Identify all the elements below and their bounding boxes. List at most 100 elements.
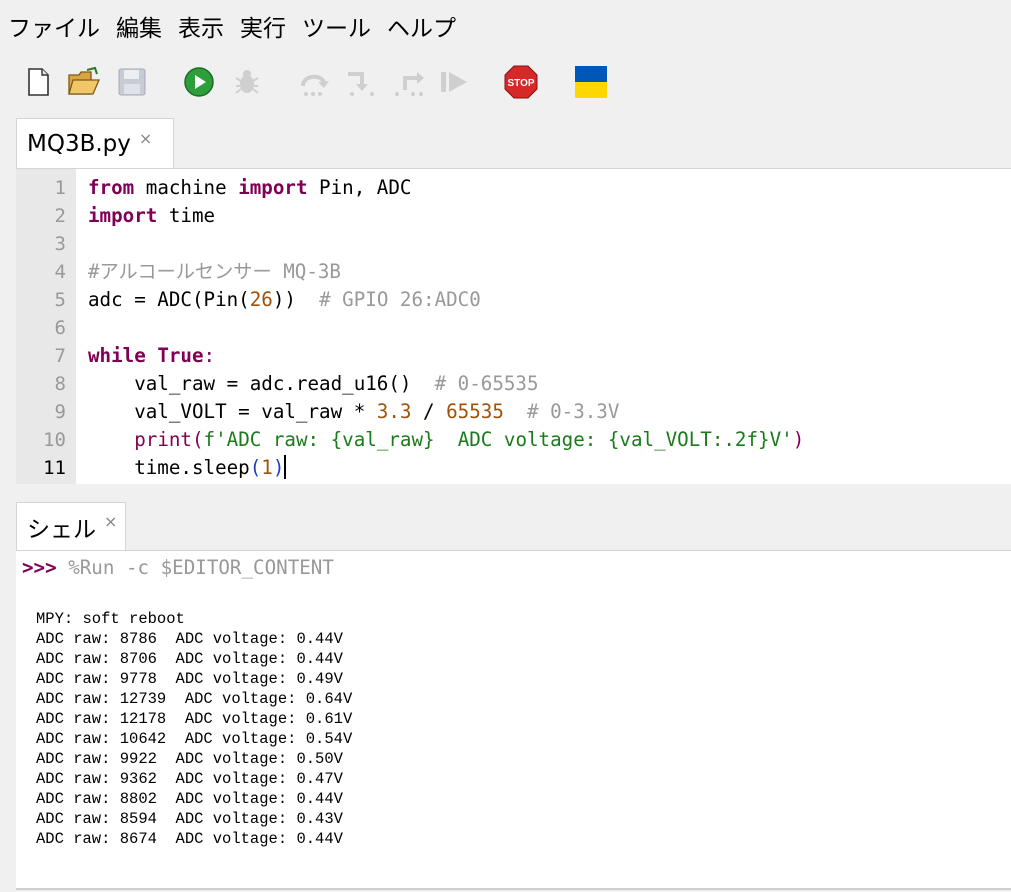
code-line-7: while True:	[88, 342, 215, 370]
number-literal: 65535	[446, 400, 504, 423]
shell-output-line: ADC raw: 8706 ADC voltage: 0.44V	[36, 650, 343, 668]
stop-icon[interactable]: STOP	[504, 65, 538, 99]
debug-icon[interactable]	[231, 66, 263, 98]
code-editor[interactable]: 1 2 3 4 5 6 7 8 9 10 11 from machine imp…	[16, 168, 1011, 484]
keyword: True	[157, 344, 204, 367]
code-line-2: import time	[88, 202, 215, 230]
code-line-4: #アルコールセンサー MQ-3B	[88, 258, 341, 286]
menu-edit[interactable]: 編集	[116, 9, 162, 43]
code-line-9: val_VOLT = val_raw * 3.3 / 65535 # 0-3.3…	[88, 398, 619, 426]
shell-command-line: >>> %Run -c $EDITOR_CONTENT	[22, 555, 334, 581]
code-text: ))	[272, 288, 320, 311]
line-number-active: 11	[43, 457, 66, 479]
tab-shell[interactable]: シェル ×	[16, 502, 126, 550]
code-text: machine	[134, 176, 239, 199]
keyword: while	[88, 344, 146, 367]
string-literal: f'ADC raw: {val_raw} ADC voltage: {val_V…	[203, 428, 793, 451]
shell-command: %Run -c $EDITOR_CONTENT	[56, 556, 334, 579]
punctuation: :	[203, 344, 216, 367]
number-literal: 1	[261, 456, 273, 479]
comment: # 0-3.3V	[526, 400, 620, 423]
tab-mq3b[interactable]: MQ3B.py ×	[16, 118, 174, 168]
shell-output-line: ADC raw: 9922 ADC voltage: 0.50V	[36, 750, 343, 768]
tab-label: MQ3B.py	[27, 130, 131, 157]
code-text: Pin, ADC	[307, 176, 412, 199]
step-into-icon[interactable]	[344, 66, 376, 98]
shell-output-line: ADC raw: 8786 ADC voltage: 0.44V	[36, 630, 343, 648]
shell-output-line: ADC raw: 8674 ADC voltage: 0.44V	[36, 830, 343, 848]
tab-label: シェル	[27, 516, 96, 543]
shell-output-line: MPY: soft reboot	[36, 610, 185, 628]
code-line-8: val_raw = adc.read_u16() # 0-65535	[88, 370, 539, 398]
shell-output-line: ADC raw: 8802 ADC voltage: 0.44V	[36, 790, 343, 808]
comment: #アルコールセンサー MQ-3B	[88, 260, 341, 283]
line-number: 1	[54, 177, 66, 199]
number-literal: 26	[249, 288, 273, 311]
open-folder-icon[interactable]	[67, 66, 100, 98]
menu-file[interactable]: ファイル	[8, 9, 100, 43]
code-text: adc = ADC(Pin(	[88, 288, 250, 311]
shell-console[interactable]: >>> %Run -c $EDITOR_CONTENT MPY: soft re…	[16, 550, 1011, 892]
close-icon[interactable]: ×	[139, 129, 152, 148]
run-icon[interactable]	[183, 66, 215, 98]
comment: # GPIO 26:ADC0	[319, 288, 481, 311]
punctuation: )	[792, 428, 805, 451]
line-number: 8	[54, 373, 66, 395]
close-icon[interactable]: ×	[104, 512, 117, 531]
line-number: 6	[54, 317, 66, 339]
step-out-icon[interactable]	[393, 66, 425, 98]
line-number: 2	[54, 205, 66, 227]
menu-bar: ファイル 編集 表示 実行 ツール ヘルプ	[0, 0, 1011, 52]
code-text: time	[157, 204, 216, 227]
new-file-icon[interactable]	[22, 66, 54, 98]
code-text: time.sleep	[88, 456, 250, 479]
code-line-11: time.sleep(1)	[88, 454, 287, 482]
code-line-10: print(f'ADC raw: {val_raw} ADC voltage: …	[88, 426, 804, 454]
code-text: val_raw = adc.read_u16()	[88, 372, 435, 395]
code-text: val_VOLT = val_raw *	[88, 400, 377, 423]
line-number: 5	[54, 289, 66, 311]
line-number-gutter: 1 2 3 4 5 6 7 8 9 10 11	[16, 169, 76, 484]
line-number: 10	[43, 429, 66, 451]
menu-help[interactable]: ヘルプ	[387, 9, 456, 43]
keyword: import	[88, 204, 158, 227]
shell-output-line: ADC raw: 10642 ADC voltage: 0.54V	[36, 730, 353, 748]
menu-run[interactable]: 実行	[240, 9, 286, 43]
save-icon[interactable]	[116, 66, 148, 98]
toolbar: STOP	[0, 52, 1011, 112]
shell-prompt: >>>	[22, 556, 57, 579]
step-over-icon[interactable]	[298, 66, 330, 98]
shell-output-line: ADC raw: 8594 ADC voltage: 0.43V	[36, 810, 343, 828]
punctuation: )	[272, 456, 285, 479]
keyword: import	[238, 176, 308, 199]
pane-splitter[interactable]	[0, 484, 1011, 498]
stop-label: STOP	[507, 78, 534, 89]
line-number: 7	[54, 345, 66, 367]
shell-output-line: ADC raw: 12178 ADC voltage: 0.61V	[36, 710, 353, 728]
code-text: /	[411, 400, 447, 423]
ukraine-flag-icon[interactable]	[575, 65, 607, 99]
code-line-1: from machine import Pin, ADC	[88, 174, 411, 202]
number-literal: 3.3	[376, 400, 412, 423]
builtin-function: print	[134, 428, 192, 451]
menu-tools[interactable]: ツール	[302, 9, 371, 43]
shell-output-line: ADC raw: 12739 ADC voltage: 0.64V	[36, 690, 353, 708]
line-number: 4	[54, 261, 66, 283]
line-number: 9	[54, 401, 66, 423]
shell-tab-bar: シェル ×	[0, 498, 1011, 550]
line-number: 3	[54, 233, 66, 255]
shell-bottom-border	[16, 888, 1011, 892]
menu-view[interactable]: 表示	[178, 9, 224, 43]
editor-tab-bar: MQ3B.py ×	[0, 112, 1011, 168]
punctuation: (	[191, 428, 204, 451]
keyword: from	[88, 176, 135, 199]
shell-output-line: ADC raw: 9778 ADC voltage: 0.49V	[36, 670, 343, 688]
punctuation: (	[249, 456, 262, 479]
code-line-5: adc = ADC(Pin(26)) # GPIO 26:ADC0	[88, 286, 481, 314]
comment: # 0-65535	[434, 372, 539, 395]
resume-icon[interactable]	[438, 66, 470, 98]
shell-output-line: ADC raw: 9362 ADC voltage: 0.47V	[36, 770, 343, 788]
